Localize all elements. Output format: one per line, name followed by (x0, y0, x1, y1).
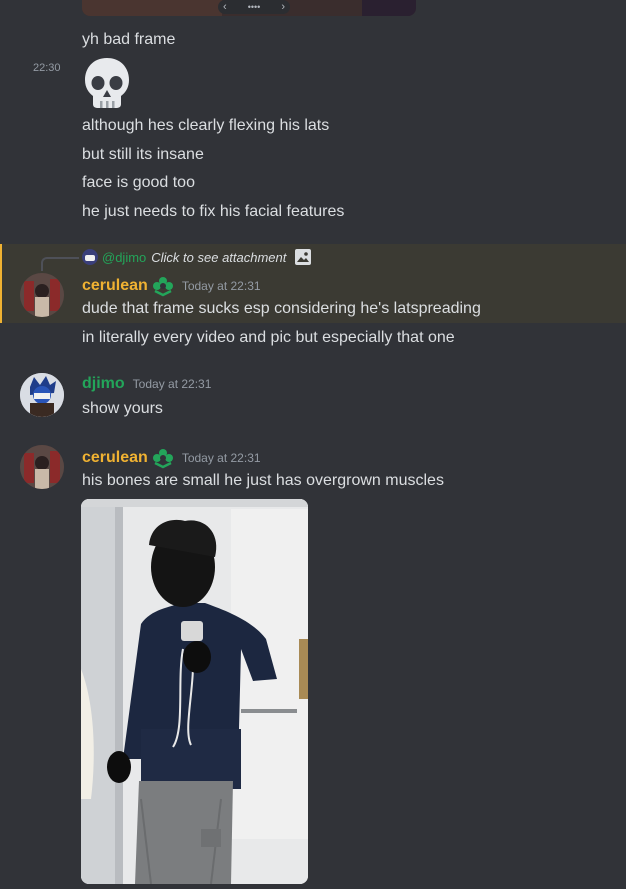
skull-icon (85, 58, 129, 108)
carousel-controls[interactable]: ‹ •••• › (218, 0, 290, 14)
message-header: cerulean Today at 22:31 (82, 275, 261, 297)
message-text: show yours (82, 400, 163, 417)
role-badge-icon (152, 275, 174, 297)
username[interactable]: djimo (82, 375, 125, 393)
reply-mention[interactable]: @djimo (102, 250, 146, 265)
message-text: dude that frame sucks esp considering he… (82, 300, 481, 317)
avatar[interactable] (20, 373, 64, 417)
username[interactable]: cerulean (82, 277, 148, 295)
avatar[interactable] (20, 273, 64, 317)
message-header: djimo Today at 22:31 (82, 375, 211, 393)
message-text: but still its insane (82, 146, 204, 163)
message-text: face is good too (82, 174, 195, 191)
message-timestamp: 22:30 (33, 62, 61, 74)
reply-preview[interactable]: @djimo Click to see attachment (82, 248, 312, 266)
message-text: although hes clearly flexing his lats (82, 117, 330, 134)
message-text: yh bad frame (82, 31, 176, 48)
role-badge-icon (152, 447, 174, 469)
message-text: in literally every video and pic but esp… (82, 329, 455, 346)
image-icon (294, 248, 312, 266)
message-header: cerulean Today at 22:31 (82, 447, 261, 469)
next-icon[interactable]: › (281, 1, 285, 13)
mirror-selfie-image (81, 499, 308, 884)
avatar[interactable] (20, 445, 64, 489)
reply-avatar (82, 249, 98, 265)
message-timestamp: Today at 22:31 (132, 377, 212, 391)
message-text: he just needs to fix his facial features (82, 203, 345, 220)
reply-connector (41, 257, 79, 271)
previous-attachment[interactable]: ‹ •••• › (82, 0, 416, 16)
message-text: his bones are small he just has overgrow… (82, 472, 444, 489)
username[interactable]: cerulean (82, 449, 148, 467)
reply-preview-text[interactable]: Click to see attachment (151, 250, 286, 265)
prev-icon[interactable]: ‹ (223, 1, 227, 13)
skull-emoji (82, 56, 132, 110)
message-timestamp: Today at 22:31 (181, 451, 261, 465)
carousel-dots: •••• (247, 2, 261, 12)
message-timestamp: Today at 22:31 (181, 279, 261, 293)
image-attachment[interactable] (81, 499, 308, 884)
